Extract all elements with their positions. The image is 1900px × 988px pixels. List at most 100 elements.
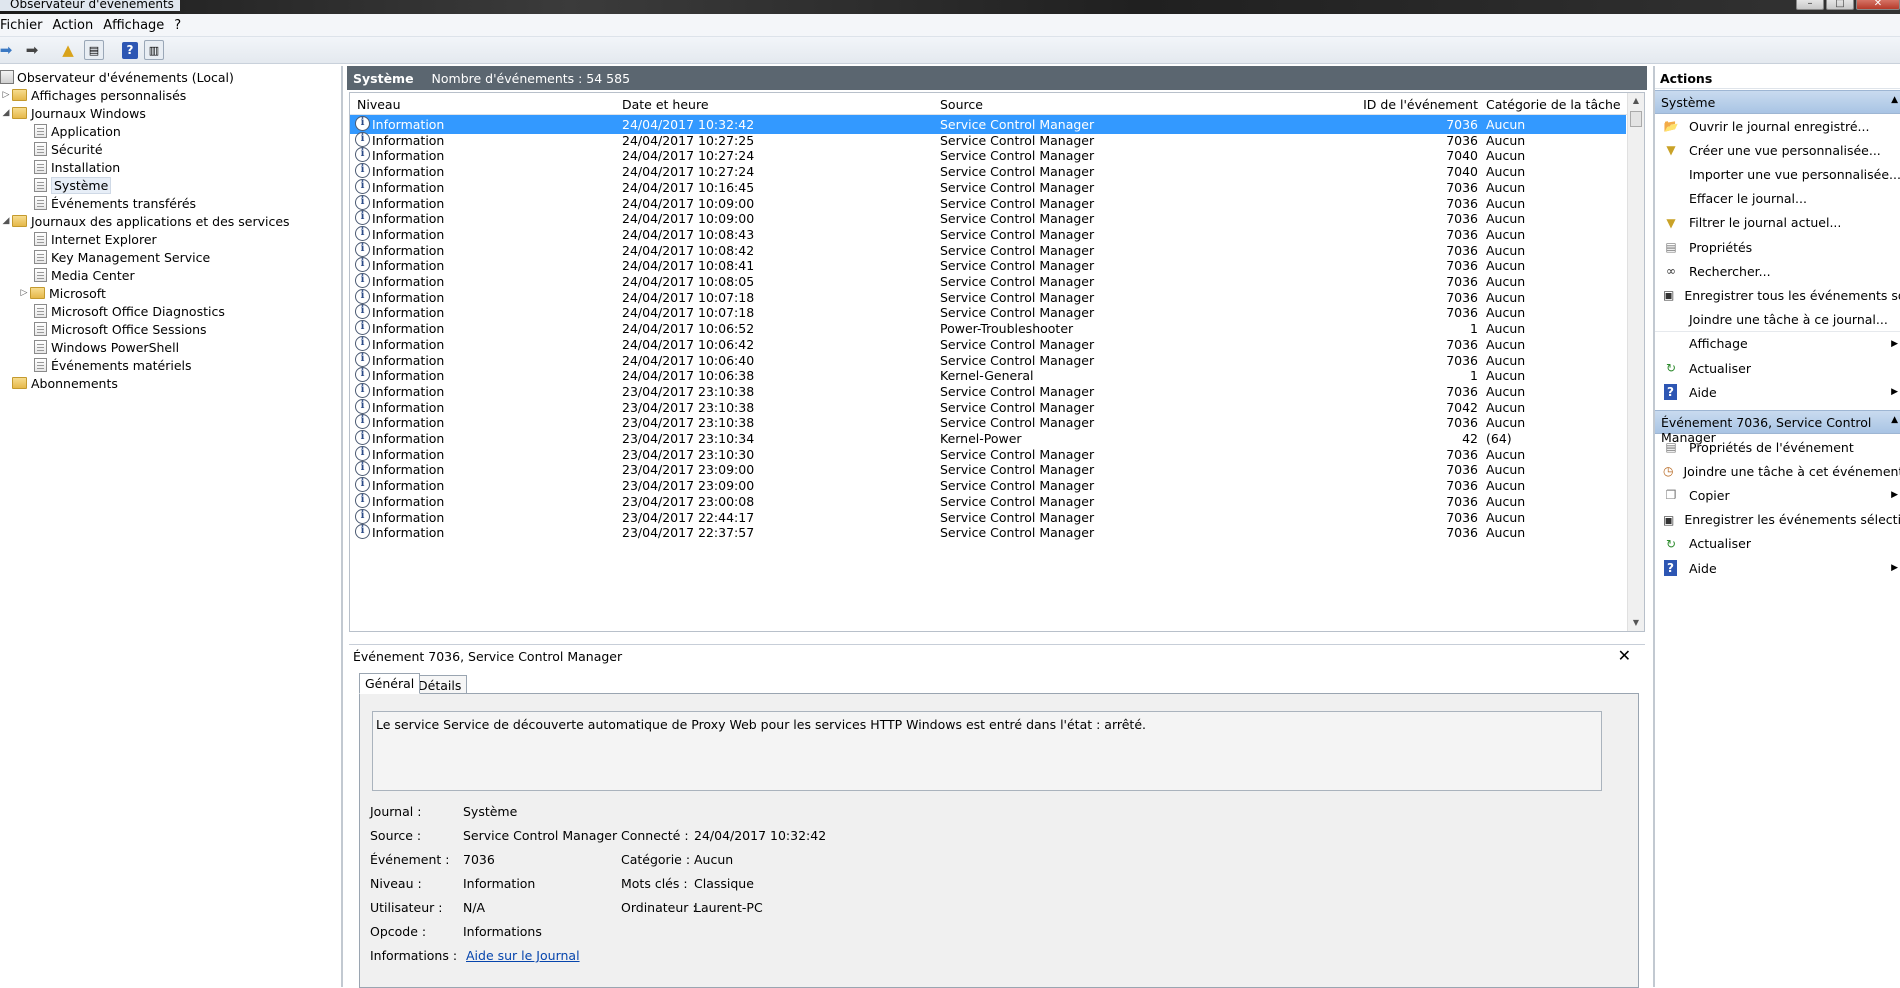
action-item[interactable]: ▤ Propriétés de l'événement <box>1655 435 1900 459</box>
information-icon: i <box>355 477 370 493</box>
copy-icon: ❐ <box>1665 488 1677 503</box>
information-icon: i <box>355 116 370 131</box>
cell-source: Service Control Manager <box>940 525 1095 541</box>
action-item[interactable]: Joindre une tâche à ce journal... <box>1655 308 1900 332</box>
collapse-icon[interactable]: ◢ <box>0 108 12 118</box>
action-item[interactable]: ▼ Créer une vue personnalisée... <box>1655 138 1900 162</box>
scroll-up-icon[interactable]: ▲ <box>1628 93 1644 109</box>
collapse-up-icon[interactable]: ▲ <box>1891 415 1898 425</box>
log-icon <box>34 358 47 372</box>
log-icon <box>34 340 47 354</box>
action-item[interactable]: Affichage ▶ <box>1655 332 1900 356</box>
tree-item-microsoft[interactable]: ▷ Microsoft <box>18 284 106 302</box>
action-item[interactable]: ? Aide ▶ <box>1655 380 1900 404</box>
filter-icon: ▼ <box>1666 143 1676 158</box>
value-evenement: 7036 <box>463 852 495 867</box>
expand-icon[interactable]: ▷ <box>0 90 12 100</box>
help-link[interactable]: Aide sur le Journal <box>466 948 580 963</box>
tree-item-key-management[interactable]: Key Management Service <box>34 248 210 266</box>
action-item[interactable]: ∞ Rechercher... <box>1655 259 1900 283</box>
tree-apps-services[interactable]: ◢ Journaux des applications et des servic… <box>0 212 290 230</box>
tree-item-internet-explorer[interactable]: Internet Explorer <box>34 230 157 248</box>
action-item[interactable]: ▣ Enregistrer tous les événements sou... <box>1655 283 1900 307</box>
tree-item-securite[interactable]: Sécurité <box>34 140 103 158</box>
scroll-down-icon[interactable]: ▼ <box>1628 615 1644 631</box>
column-source[interactable]: Source <box>940 97 983 112</box>
action-item[interactable]: Importer une vue personnalisée... <box>1655 162 1900 186</box>
action-item[interactable]: ▤ Propriétés <box>1655 235 1900 259</box>
action-item[interactable]: ↻ Actualiser <box>1655 356 1900 380</box>
menu-fichier[interactable]: Fichier <box>0 18 51 33</box>
submenu-arrow-icon: ▶ <box>1891 387 1898 398</box>
event-description[interactable]: Le service Service de découverte automat… <box>372 711 1602 791</box>
tree-custom-views[interactable]: ▷ Affichages personnalisés <box>0 86 187 104</box>
value-journal: Système <box>463 804 518 819</box>
forward-icon[interactable]: ➡ <box>22 40 42 60</box>
tree-item-powershell[interactable]: Windows PowerShell <box>34 338 179 356</box>
vertical-scrollbar[interactable]: ▲ ▼ <box>1627 93 1644 631</box>
tree-item-office-sessions[interactable]: Microsoft Office Sessions <box>34 320 207 338</box>
section-systeme[interactable]: Système ▲ <box>1655 90 1900 114</box>
action-item[interactable]: 📂 Ouvrir le journal enregistré... <box>1655 114 1900 138</box>
scroll-thumb[interactable] <box>1630 111 1642 127</box>
action-item[interactable]: Effacer le journal... <box>1655 187 1900 211</box>
tree-item-hardware-events[interactable]: Événements matériels <box>34 356 192 374</box>
column-category[interactable]: Catégorie de la tâche <box>1486 97 1621 112</box>
tree-item-installation[interactable]: Installation <box>34 158 120 176</box>
tree-windows-logs[interactable]: ◢ Journaux Windows <box>0 104 146 122</box>
label-utilisateur: Utilisateur : <box>370 900 443 915</box>
collapse-icon[interactable]: ◢ <box>0 216 12 226</box>
toolbar: ➡ ➡ ▲ ▤ ? ▥ <box>0 37 1900 64</box>
close-window-button[interactable]: ✕ <box>1856 0 1900 10</box>
column-date[interactable]: Date et heure <box>622 97 709 112</box>
section-event[interactable]: Événement 7036, Service Control Manager ▲ <box>1655 410 1900 445</box>
tree-custom-views-label: Affichages personnalisés <box>31 87 187 103</box>
cell-event-id: 7036 <box>1446 525 1478 541</box>
column-niveau[interactable]: Niveau <box>357 97 401 112</box>
tree-item-label: Key Management Service <box>51 249 211 265</box>
properties-icon: ▤ <box>1665 440 1677 454</box>
action-label: Propriétés de l'événement <box>1689 439 1854 455</box>
blank-icon <box>1663 311 1679 327</box>
console-tree-icon[interactable]: ▤ <box>84 40 104 60</box>
open-folder-icon[interactable]: ▲ <box>58 40 78 60</box>
action-item[interactable]: ❐ Copier ▶ <box>1655 483 1900 507</box>
action-label: Importer une vue personnalisée... <box>1689 166 1900 182</box>
information-icon: i <box>355 210 370 226</box>
tree-item-media-center[interactable]: Media Center <box>34 266 135 284</box>
menu-action[interactable]: Action <box>53 18 102 33</box>
tree-item-application[interactable]: Application <box>34 122 121 140</box>
action-item[interactable]: ↻ Actualiser <box>1655 532 1900 556</box>
table-row[interactable]: i Information 23/04/2017 22:37:57 Service C… <box>350 523 1626 542</box>
log-icon <box>34 268 47 282</box>
column-event-id[interactable]: ID de l'événement <box>1290 97 1478 112</box>
menu-help[interactable]: ? <box>174 18 189 33</box>
expand-icon[interactable]: ▷ <box>18 288 30 298</box>
tree-apps-services-label: Journaux des applications et des service… <box>31 213 290 229</box>
subscriptions-icon <box>12 377 27 389</box>
tree-item-systeme[interactable]: Système <box>34 176 112 194</box>
tree-item-forwarded-events[interactable]: Événements transférés <box>34 194 196 212</box>
minimize-button[interactable]: – <box>1796 0 1824 10</box>
help-icon[interactable]: ? <box>122 41 138 59</box>
tab-details[interactable]: Détails <box>412 675 468 694</box>
menu-affichage[interactable]: Affichage <box>103 18 172 33</box>
action-label: Copier <box>1689 487 1730 503</box>
close-icon[interactable]: ✕ <box>1618 646 1631 665</box>
tree-item-office-diagnostics[interactable]: Microsoft Office Diagnostics <box>34 302 225 320</box>
maximize-button[interactable]: □ <box>1826 0 1854 10</box>
action-item[interactable]: ◷ Joindre une tâche à cet événement... <box>1655 459 1900 483</box>
tree-root[interactable]: Observateur d'événements (Local) <box>0 68 234 86</box>
action-item[interactable]: ▼ Filtrer le journal actuel... <box>1655 211 1900 235</box>
tree-subscriptions[interactable]: Abonnements <box>12 374 118 392</box>
log-title: Système <box>353 70 414 86</box>
action-label: Joindre une tâche à ce journal... <box>1689 311 1888 327</box>
back-icon[interactable]: ➡ <box>0 40 16 60</box>
action-pane-icon[interactable]: ▥ <box>144 40 164 60</box>
collapse-up-icon[interactable]: ▲ <box>1891 95 1898 105</box>
action-item[interactable]: ? Aide ▶ <box>1655 556 1900 580</box>
tree-item-label: Internet Explorer <box>51 231 157 247</box>
action-item[interactable]: ▣ Enregistrer les événements sélectio... <box>1655 508 1900 532</box>
tab-general[interactable]: Général <box>359 673 421 694</box>
value-source: Service Control Manager <box>463 828 618 843</box>
